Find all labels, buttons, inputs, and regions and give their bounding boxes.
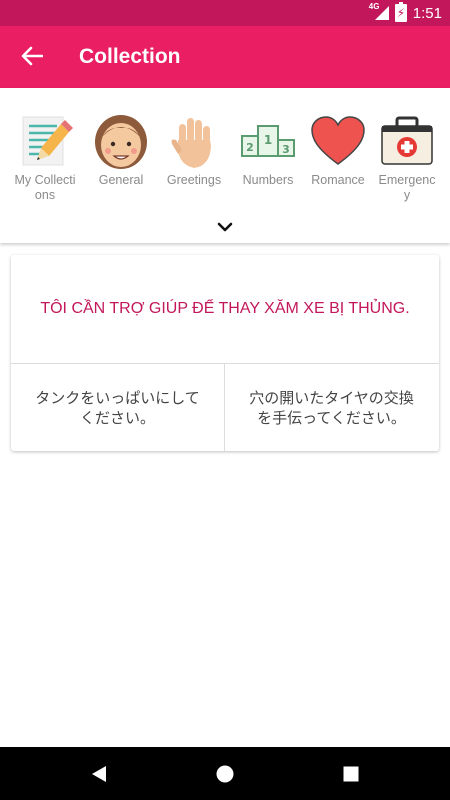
answer-option-1[interactable]: タンクをいっぱいにしてください。 bbox=[11, 364, 224, 451]
notepad-pencil-icon bbox=[22, 116, 73, 166]
category-numbers[interactable]: 1 2 3 Numbers bbox=[237, 114, 299, 206]
back-button[interactable] bbox=[12, 36, 52, 76]
svg-text:1: 1 bbox=[264, 133, 272, 147]
category-label: General bbox=[98, 173, 144, 187]
category-strip: My Collections General Greetings 1 2 3 N… bbox=[0, 88, 450, 243]
category-emergency[interactable]: Emergency bbox=[376, 114, 438, 206]
quiz-card: TÔI CẦN TRỢ GIÚP ĐỂ THAY XĂM XE BỊ THỦNG… bbox=[11, 255, 439, 451]
category-label: Emergency bbox=[378, 173, 436, 202]
home-nav-icon[interactable] bbox=[214, 763, 236, 785]
category-my-collections[interactable]: My Collections bbox=[14, 114, 76, 206]
answer-option-2[interactable]: 穴の開いたタイヤの交換を手伝ってください。 bbox=[225, 364, 438, 451]
heart-icon bbox=[311, 116, 365, 165]
status-icons: 4G ⚡ 1:51 bbox=[369, 0, 442, 26]
navigation-bar bbox=[0, 747, 450, 800]
app-bar: Collection bbox=[0, 26, 450, 88]
category-greetings[interactable]: Greetings bbox=[163, 114, 225, 206]
status-bar: 4G ⚡ 1:51 bbox=[0, 0, 450, 26]
svg-text:3: 3 bbox=[282, 143, 290, 156]
clock: 1:51 bbox=[412, 4, 442, 22]
battery-icon: ⚡ bbox=[394, 2, 407, 22]
category-romance[interactable]: Romance bbox=[307, 114, 369, 206]
category-label: Romance bbox=[311, 173, 365, 187]
signal-icon: 4G bbox=[369, 2, 389, 20]
waving-hand-icon bbox=[171, 118, 211, 168]
girl-face-icon bbox=[95, 115, 147, 169]
category-label: My Collections bbox=[14, 173, 76, 202]
arrow-left-icon bbox=[21, 46, 43, 66]
chevron-down-icon[interactable] bbox=[215, 220, 235, 234]
category-label: Greetings bbox=[166, 173, 222, 187]
back-nav-icon[interactable] bbox=[88, 763, 110, 785]
recents-nav-icon[interactable] bbox=[340, 763, 362, 785]
question-phrase: TÔI CẦN TRỢ GIÚP ĐỂ THAY XĂM XE BỊ THỦNG… bbox=[40, 300, 410, 317]
svg-text:2: 2 bbox=[246, 141, 254, 154]
podium-icon: 1 2 3 bbox=[241, 125, 295, 157]
category-general[interactable]: General bbox=[90, 114, 152, 206]
page-title: Collection bbox=[79, 45, 181, 68]
category-label: Numbers bbox=[242, 173, 294, 187]
first-aid-kit-icon bbox=[381, 116, 433, 165]
